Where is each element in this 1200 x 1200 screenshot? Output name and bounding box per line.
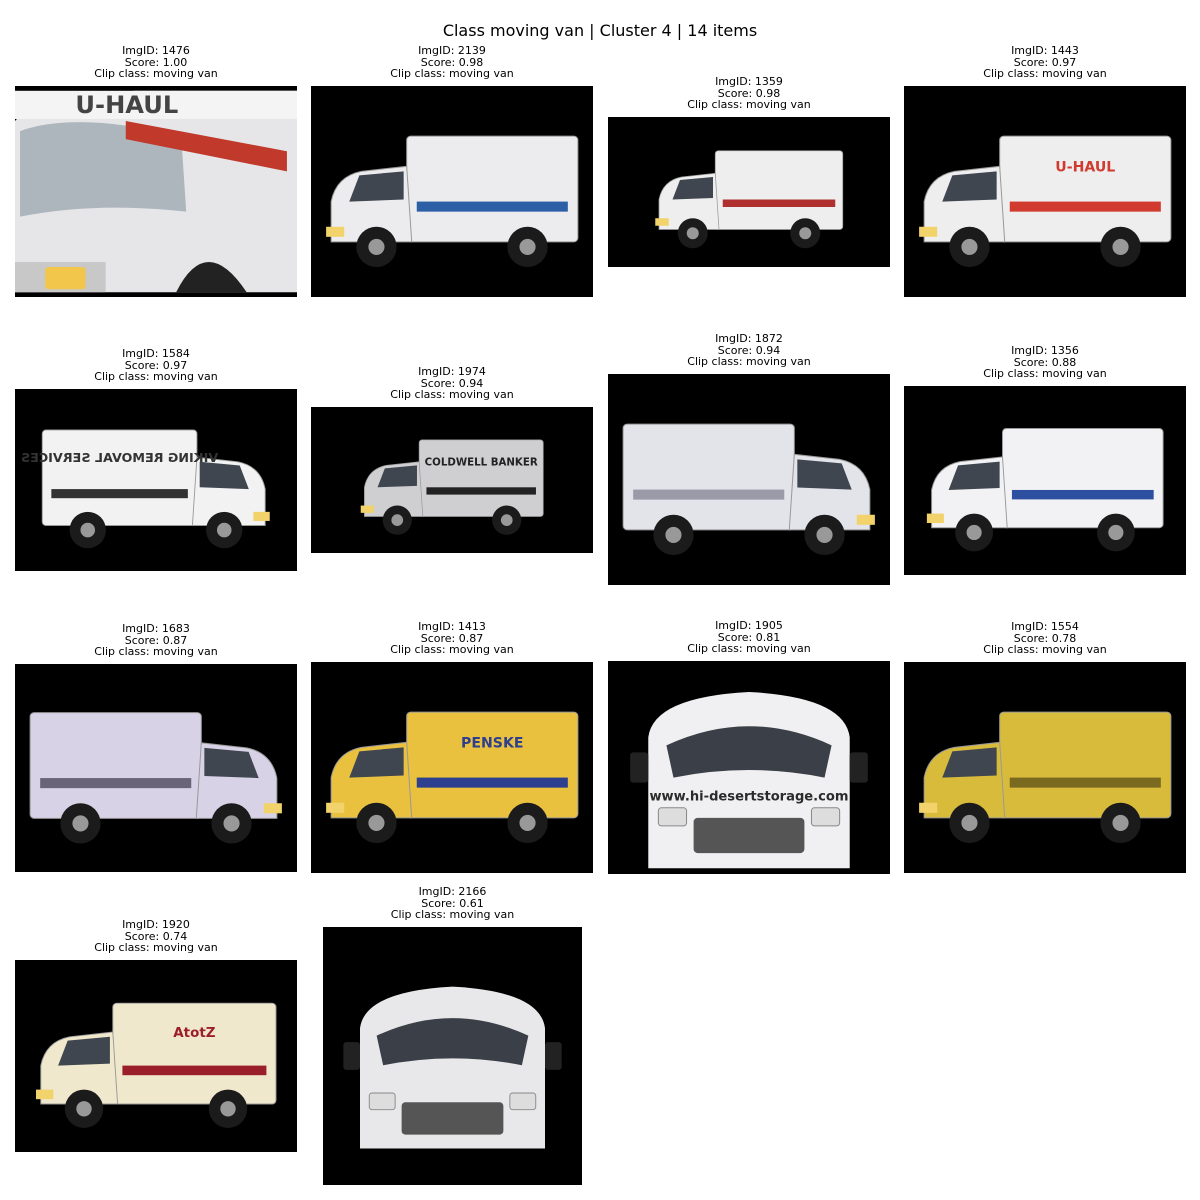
van-thumbnail: www.hi-desertstorage.com [608, 661, 890, 874]
clip-class-label: Clip class: moving van [94, 941, 218, 954]
grid-cell: ImgID: 1359 Score: 0.98 Clip class: moving… [608, 76, 890, 267]
image-id-label: ImgID: 1554 [1011, 620, 1079, 633]
moving-van-image: AtotZ [36, 1002, 277, 1128]
clip-class-label: Clip class: moving van [390, 388, 514, 401]
cell-caption: ImgID: 1443 Score: 0.97 Clip class: moving… [904, 45, 1186, 80]
image-id-label: ImgID: 2139 [418, 44, 486, 57]
image-id-label: ImgID: 1974 [418, 365, 486, 378]
van-thumbnail: COLDWELL BANKER [311, 407, 593, 553]
clip-class-label: Clip class: moving van [94, 370, 218, 383]
cell-caption: ImgID: 1584 Score: 0.97 Clip class: moving… [15, 348, 297, 383]
grid-cell: ImgID: 1356 Score: 0.88 Clip class: moving… [904, 345, 1186, 575]
van-thumbnail [904, 386, 1186, 575]
van-thumbnail: U-HAUL [904, 86, 1186, 297]
moving-van-image: PENSKE [326, 711, 579, 844]
clip-class-label: Clip class: moving van [390, 67, 514, 80]
image-id-label: ImgID: 2166 [418, 885, 487, 898]
moving-van-image: U-HAUL [919, 135, 1172, 268]
svg-text:VIKING REMOVAL SERVICES: VIKING REMOVAL SERVICES [21, 451, 218, 466]
van-thumbnail: U-HAUL [15, 86, 297, 297]
image-id-label: ImgID: 1920 [122, 918, 190, 931]
cell-caption: ImgID: 1476 Score: 1.00 Clip class: moving… [15, 45, 297, 80]
figure-title: Class moving van | Cluster 4 | 14 items [442, 21, 758, 40]
cell-caption: ImgID: 1683 Score: 0.87 Clip class: moving… [15, 623, 297, 658]
image-id-label: ImgID: 1905 [715, 619, 783, 632]
image-id-label: ImgID: 1872 [715, 332, 783, 345]
van-thumbnail: VIKING REMOVAL SERVICES [15, 389, 297, 571]
grid-cell: ImgID: 1872 Score: 0.94 Clip class: moving… [608, 333, 890, 585]
van-thumbnail [311, 86, 593, 297]
moving-van-image: U-HAUL [15, 90, 297, 293]
van-thumbnail [608, 117, 890, 267]
cell-caption: ImgID: 2166 Score: 0.61 Clip class: moving… [323, 886, 582, 921]
grid-cell: ImgID: 1476 Score: 1.00 Clip class: moving… [15, 45, 297, 297]
van-thumbnail [323, 927, 582, 1185]
grid-cell: ImgID: 1413 Score: 0.87 Clip class: moving… [311, 621, 593, 873]
clip-class-label: Clip class: moving van [983, 67, 1107, 80]
grid-cell: ImgID: 1683 Score: 0.87 Clip class: moving… [15, 623, 297, 872]
moving-van-image [655, 150, 844, 249]
image-id-label: ImgID: 1476 [122, 44, 190, 57]
image-id-label: ImgID: 1413 [418, 620, 486, 633]
grid-cell: ImgID: 1443 Score: 0.97 Clip class: moving… [904, 45, 1186, 297]
image-id-label: ImgID: 1683 [122, 622, 190, 635]
svg-text:COLDWELL BANKER: COLDWELL BANKER [425, 457, 538, 468]
van-thumbnail [608, 374, 890, 585]
image-id-label: ImgID: 1356 [1011, 344, 1079, 357]
cell-caption: ImgID: 1974 Score: 0.94 Clip class: moving… [311, 366, 593, 401]
moving-van-image [343, 986, 562, 1149]
moving-van-image [622, 423, 875, 556]
clip-class-label: Clip class: moving van [94, 67, 218, 80]
grid-cell: ImgID: 1584 Score: 0.97 Clip class: moving… [15, 348, 297, 571]
van-thumbnail: AtotZ [15, 960, 297, 1152]
svg-text:www.hi-desertstorage.com: www.hi-desertstorage.com [649, 790, 848, 805]
van-thumbnail [15, 664, 297, 872]
svg-text:PENSKE: PENSKE [461, 735, 523, 751]
grid-cell: ImgID: 2166 Score: 0.61 Clip class: moving… [323, 886, 582, 1185]
moving-van-image: www.hi-desertstorage.com [630, 691, 868, 869]
clip-class-label: Clip class: moving van [687, 98, 811, 111]
clip-class-label: Clip class: moving van [94, 645, 218, 658]
cell-caption: ImgID: 1356 Score: 0.88 Clip class: moving… [904, 345, 1186, 380]
clip-class-label: Clip class: moving van [983, 367, 1107, 380]
svg-text:U-HAUL: U-HAUL [75, 91, 178, 119]
clip-class-label: Clip class: moving van [687, 355, 811, 368]
cell-caption: ImgID: 1413 Score: 0.87 Clip class: moving… [311, 621, 593, 656]
grid-cell: ImgID: 1974 Score: 0.94 Clip class: moving… [311, 366, 593, 553]
clip-class-label: Clip class: moving van [983, 643, 1107, 656]
moving-van-image [926, 428, 1164, 552]
image-id-label: ImgID: 1443 [1011, 44, 1079, 57]
image-id-label: ImgID: 1584 [122, 347, 190, 360]
grid-cell: ImgID: 1554 Score: 0.78 Clip class: moving… [904, 621, 1186, 873]
grid-cell: ImgID: 2139 Score: 0.98 Clip class: moving… [311, 45, 593, 297]
cell-caption: ImgID: 1554 Score: 0.78 Clip class: moving… [904, 621, 1186, 656]
cell-caption: ImgID: 2139 Score: 0.98 Clip class: moving… [311, 45, 593, 80]
moving-van-image [29, 712, 282, 844]
grid-cell: ImgID: 1905 Score: 0.81 Clip class: moving… [608, 620, 890, 874]
cell-caption: ImgID: 1359 Score: 0.98 Clip class: moving… [608, 76, 890, 111]
clip-class-label: Clip class: moving van [390, 643, 514, 656]
clip-class-label: Clip class: moving van [687, 642, 811, 655]
cell-caption: ImgID: 1872 Score: 0.94 Clip class: moving… [608, 333, 890, 368]
cell-caption: ImgID: 1920 Score: 0.74 Clip class: moving… [15, 919, 297, 954]
cell-caption: ImgID: 1905 Score: 0.81 Clip class: moving… [608, 620, 890, 655]
image-id-label: ImgID: 1359 [715, 75, 783, 88]
moving-van-image: VIKING REMOVAL SERVICES [21, 429, 270, 549]
moving-van-image: COLDWELL BANKER [360, 439, 544, 535]
grid-cell: ImgID: 1920 Score: 0.74 Clip class: moving… [15, 919, 297, 1152]
svg-text:AtotZ: AtotZ [173, 1026, 215, 1041]
svg-text:U-HAUL: U-HAUL [1055, 159, 1115, 175]
van-thumbnail: PENSKE [311, 662, 593, 873]
moving-van-image [326, 135, 579, 268]
van-thumbnail [904, 662, 1186, 873]
clip-class-label: Clip class: moving van [390, 908, 515, 921]
moving-van-image [919, 711, 1172, 844]
